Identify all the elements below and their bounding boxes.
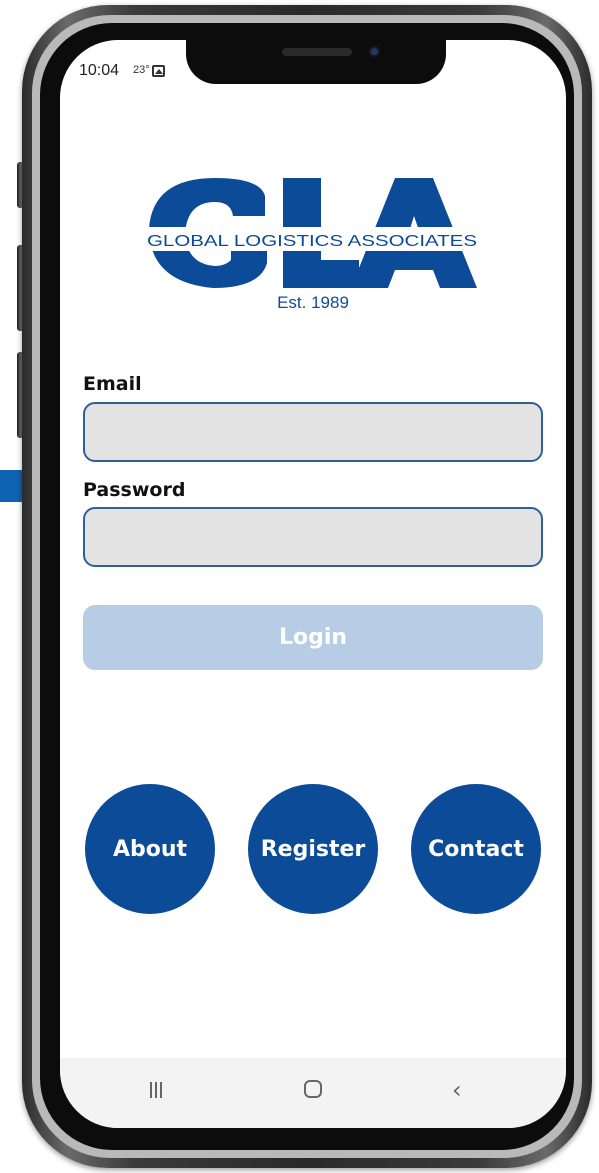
password-input[interactable] (83, 507, 543, 567)
gallery-notification-icon (152, 65, 165, 77)
phone-screen: 10:04 23° GLOBAL LOGISTICS ASSOCIATES Es… (60, 40, 566, 1128)
status-temperature: 23° (133, 64, 150, 76)
register-button[interactable]: Register (248, 784, 378, 914)
status-time: 10:04 (79, 62, 120, 79)
login-button[interactable]: Login (83, 605, 543, 670)
svg-text:GLOBAL LOGISTICS ASSOCIATES: GLOBAL LOGISTICS ASSOCIATES (147, 233, 477, 250)
android-navigation-bar: ‹ (60, 1058, 566, 1128)
speaker-grille (282, 48, 352, 56)
back-icon[interactable]: ‹ (452, 1078, 462, 1102)
page: 10:04 23° GLOBAL LOGISTICS ASSOCIATES Es… (0, 0, 599, 1173)
password-label: Password (83, 479, 186, 501)
email-label: Email (83, 373, 142, 395)
about-button[interactable]: About (85, 784, 215, 914)
home-icon[interactable] (304, 1080, 322, 1098)
phone-notch (186, 40, 446, 84)
recent-apps-icon[interactable] (148, 1082, 164, 1098)
front-camera-icon (369, 46, 380, 57)
contact-button[interactable]: Contact (411, 784, 541, 914)
logo-established-year: Est. 1989 (277, 293, 349, 312)
email-input[interactable] (83, 402, 543, 462)
